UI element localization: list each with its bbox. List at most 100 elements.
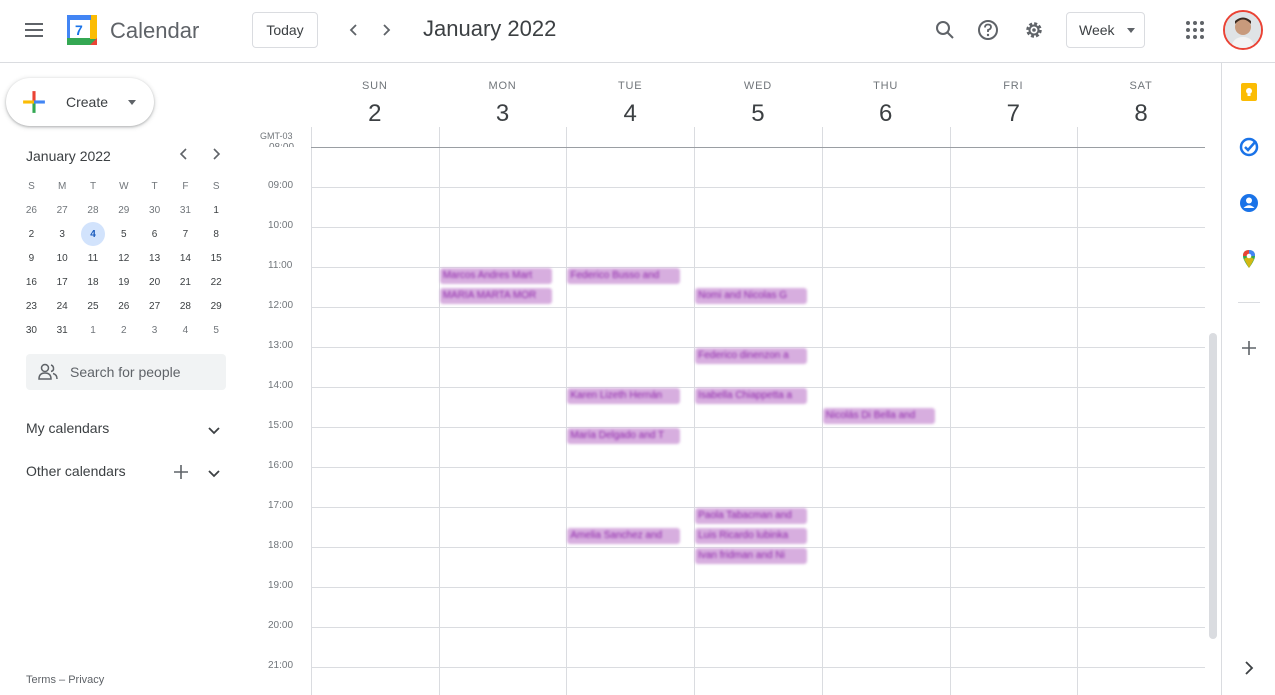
calendar-event[interactable]: Paola Tabacman and	[695, 508, 808, 524]
calendar-event[interactable]: Luis Ricardo lubinka	[695, 528, 808, 544]
mini-day[interactable]: 6	[139, 222, 170, 246]
mini-next-month-button[interactable]	[208, 146, 230, 166]
day-column-divider	[694, 127, 696, 695]
mini-day[interactable]: 8	[201, 222, 232, 246]
mini-day[interactable]: 30	[139, 198, 170, 222]
day-header[interactable]: WED 5	[694, 72, 822, 128]
terms-link[interactable]: Terms	[26, 674, 56, 686]
mini-day[interactable]: 19	[108, 270, 139, 294]
mini-day[interactable]: 1	[201, 198, 232, 222]
view-select[interactable]: Week	[1066, 12, 1145, 48]
mini-day[interactable]: 14	[170, 246, 201, 270]
mini-day[interactable]: 23	[16, 294, 47, 318]
day-date-number[interactable]: 2	[311, 100, 439, 128]
mini-day[interactable]: 4	[78, 222, 109, 246]
mini-prev-month-button[interactable]	[176, 146, 198, 166]
mini-day[interactable]: 9	[16, 246, 47, 270]
week-grid[interactable]: Marcos Andres Mart MARIA MARTA MOR Federic…	[311, 127, 1205, 695]
mini-day[interactable]: 4	[170, 318, 201, 342]
mini-day[interactable]: 16	[16, 270, 47, 294]
mini-day[interactable]: 7	[170, 222, 201, 246]
mini-day[interactable]: 30	[16, 318, 47, 342]
mini-day[interactable]: 1	[78, 318, 109, 342]
add-other-calendar-button[interactable]	[172, 463, 192, 483]
mini-day[interactable]: 29	[108, 198, 139, 222]
help-button[interactable]	[974, 16, 1002, 44]
expand-panel-button[interactable]	[1239, 658, 1259, 678]
mini-day[interactable]: 28	[170, 294, 201, 318]
mini-day[interactable]: 27	[139, 294, 170, 318]
day-date-number[interactable]: 3	[439, 100, 567, 128]
mini-day[interactable]: 5	[108, 222, 139, 246]
mini-day[interactable]: 3	[139, 318, 170, 342]
day-header[interactable]: FRI 7	[950, 72, 1078, 128]
day-header[interactable]: MON 3	[439, 72, 567, 128]
my-calendars-toggle[interactable]: My calendars	[26, 420, 226, 442]
mini-day[interactable]: 2	[16, 222, 47, 246]
mini-day[interactable]: 22	[201, 270, 232, 294]
previous-week-button[interactable]	[342, 18, 366, 42]
main-menu-button[interactable]	[18, 14, 50, 46]
mini-day[interactable]: 25	[78, 294, 109, 318]
mini-day[interactable]: 3	[47, 222, 78, 246]
day-date-number[interactable]: 5	[694, 100, 822, 128]
day-date-number[interactable]: 7	[950, 100, 1078, 128]
mini-day[interactable]: 24	[47, 294, 78, 318]
calendar-logo-icon[interactable]: 7	[66, 14, 98, 46]
mini-day[interactable]: 2	[108, 318, 139, 342]
day-header[interactable]: SAT 8	[1077, 72, 1205, 128]
calendar-event[interactable]: Amelia Sanchez and	[567, 528, 680, 544]
day-header[interactable]: TUE 4	[566, 72, 694, 128]
calendar-event[interactable]: Nicolás Di Bella and	[822, 408, 936, 424]
mini-day[interactable]: 13	[139, 246, 170, 270]
calendar-event[interactable]: Karen Lizeth Hernán	[567, 388, 680, 404]
mini-day[interactable]: 10	[47, 246, 78, 270]
mini-day[interactable]: 31	[170, 198, 201, 222]
search-button[interactable]	[931, 16, 959, 44]
mini-day[interactable]: 29	[201, 294, 232, 318]
calendar-event[interactable]: MARIA MARTA MOR	[439, 288, 553, 304]
calendar-event[interactable]: Marcos Andres Mart	[439, 268, 553, 284]
grid-scrollbar[interactable]	[1209, 333, 1217, 639]
mini-day[interactable]: 31	[47, 318, 78, 342]
account-avatar[interactable]	[1223, 10, 1263, 50]
calendar-event[interactable]: Nomi and Nicolas G	[695, 288, 808, 304]
mini-day[interactable]: 20	[139, 270, 170, 294]
mini-day[interactable]: 27	[47, 198, 78, 222]
apps-button[interactable]	[1181, 16, 1209, 44]
calendar-event[interactable]: Ivan fridman and Ni	[695, 548, 808, 564]
day-date-number[interactable]: 8	[1077, 100, 1205, 128]
create-button[interactable]: Create	[6, 78, 154, 126]
get-addons-button[interactable]	[1239, 338, 1259, 358]
day-date-number[interactable]: 4	[566, 100, 694, 128]
mini-day[interactable]: 28	[78, 198, 109, 222]
mini-day[interactable]: 12	[108, 246, 139, 270]
maps-button[interactable]	[1239, 249, 1259, 269]
mini-day[interactable]: 26	[108, 294, 139, 318]
app-title[interactable]: Calendar	[110, 18, 199, 44]
mini-day[interactable]: 5	[201, 318, 232, 342]
calendar-event[interactable]: Isabella Chiappetta a	[695, 388, 808, 404]
privacy-link[interactable]: Privacy	[68, 674, 104, 686]
mini-day[interactable]: 15	[201, 246, 232, 270]
settings-button[interactable]	[1020, 16, 1048, 44]
other-calendars-toggle[interactable]: Other calendars	[26, 463, 226, 485]
calendar-event[interactable]: Federico Busso and	[567, 268, 680, 284]
other-calendars-expand[interactable]	[206, 465, 224, 483]
calendar-event[interactable]: María Delgado and T	[567, 428, 680, 444]
next-week-button[interactable]	[374, 18, 398, 42]
today-button[interactable]: Today	[252, 12, 318, 48]
keep-button[interactable]	[1239, 82, 1259, 102]
day-header[interactable]: SUN 2	[311, 72, 439, 128]
mini-day[interactable]: 18	[78, 270, 109, 294]
calendar-event[interactable]: Federico dinenzon a	[695, 348, 808, 364]
day-date-number[interactable]: 6	[822, 100, 950, 128]
mini-day[interactable]: 26	[16, 198, 47, 222]
tasks-button[interactable]	[1239, 137, 1259, 157]
contacts-button[interactable]	[1239, 193, 1259, 213]
mini-day[interactable]: 17	[47, 270, 78, 294]
mini-day[interactable]: 21	[170, 270, 201, 294]
day-header[interactable]: THU 6	[822, 72, 950, 128]
search-people-field[interactable]: Search for people	[26, 354, 226, 390]
mini-day[interactable]: 11	[78, 246, 109, 270]
